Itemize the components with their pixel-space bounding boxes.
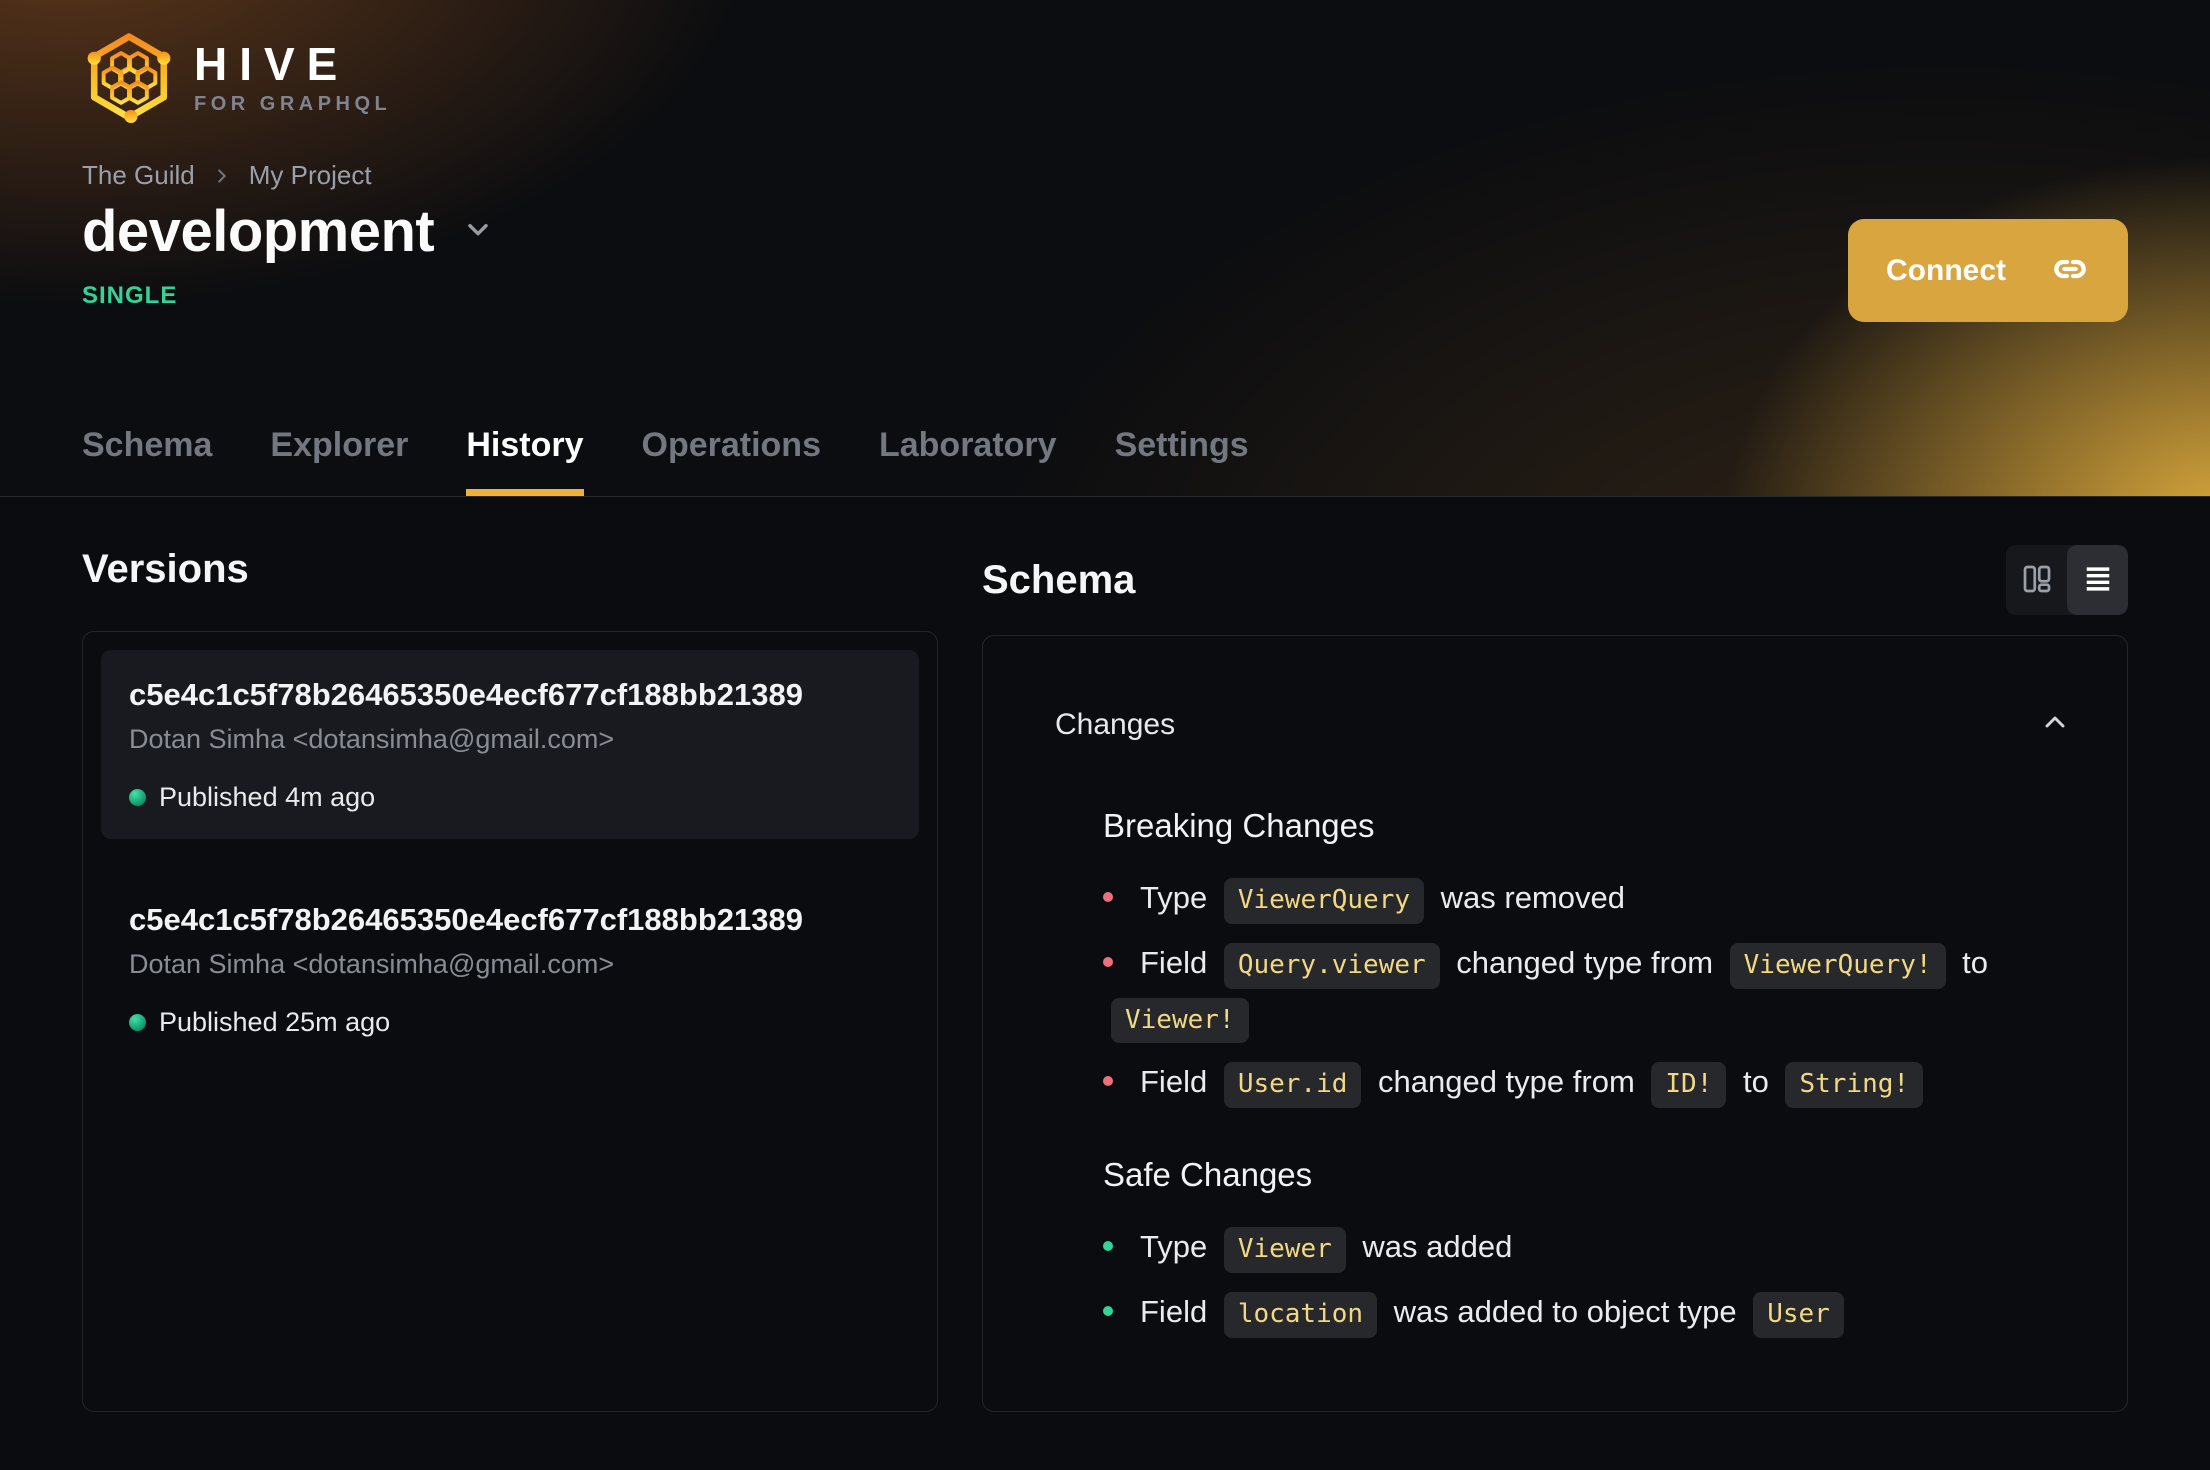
version-status: Published 4m ago — [129, 782, 891, 813]
tab-history[interactable]: History — [466, 426, 584, 496]
version-status: Published 25m ago — [129, 1007, 891, 1038]
version-card[interactable]: c5e4c1c5f78b26465350e4ecf677cf188bb21389… — [101, 875, 919, 1064]
version-hash: c5e4c1c5f78b26465350e4ecf677cf188bb21389 — [129, 677, 803, 712]
tab-bar: Schema Explorer History Operations Laborator… — [82, 426, 1249, 496]
tab-operations[interactable]: Operations — [642, 426, 821, 496]
published-status-text: Published 25m ago — [159, 1007, 391, 1037]
schema-changes-panel: Changes Breaking Changes Type ViewerQuer… — [982, 635, 2128, 1412]
connect-button[interactable]: Connect — [1848, 219, 2128, 322]
schema-title: Schema — [982, 558, 1136, 602]
hive-hexagon-icon — [87, 33, 171, 124]
tab-label: Settings — [1114, 426, 1249, 464]
tab-explorer[interactable]: Explorer — [270, 426, 408, 496]
change-section-safe: Safe Changes Type Viewer was added Field… — [1103, 1156, 2071, 1340]
code-chip: ID! — [1651, 1062, 1727, 1109]
code-chip: Query.viewer — [1223, 942, 1440, 989]
safe-bullet-icon — [1103, 1305, 1113, 1316]
tab-label: Laboratory — [878, 426, 1057, 464]
tab-laboratory[interactable]: Laboratory — [879, 426, 1057, 496]
code-chip: Viewer! — [1111, 997, 1249, 1044]
chevron-down-icon — [462, 213, 494, 250]
tab-settings[interactable]: Settings — [1115, 426, 1249, 496]
code-chip: User — [1753, 1291, 1844, 1338]
change-list: Type Viewer was added Field location was… — [1103, 1220, 2071, 1340]
change-item: Field User.id changed type from ID! to S… — [1103, 1055, 2071, 1110]
columns-view-button[interactable] — [2006, 545, 2067, 615]
change-text: was added — [1353, 1229, 1513, 1265]
connect-button-label: Connect — [1886, 253, 2006, 287]
breadcrumb: The Guild My Project — [82, 160, 372, 191]
target-mode-badge: SINGLE — [82, 282, 178, 309]
change-section-title: Breaking Changes — [1103, 807, 1375, 844]
brand-name: HIVE — [194, 37, 350, 90]
change-list: Type ViewerQuery was removed Field Query… — [1103, 871, 2071, 1110]
breaking-bullet-icon — [1103, 1076, 1113, 1087]
published-status-text: Published 4m ago — [159, 782, 376, 812]
header: HIVE FOR GRAPHQL The Guild My Project de… — [0, 0, 2210, 497]
breaking-bullet-icon — [1103, 956, 1113, 967]
published-status-dot — [129, 789, 146, 806]
tab-label: History — [466, 426, 584, 464]
changes-body: Breaking Changes Type ViewerQuery was re… — [1103, 807, 2071, 1340]
code-chip: User.id — [1223, 1062, 1362, 1109]
code-chip: location — [1223, 1291, 1378, 1338]
code-chip: ViewerQuery! — [1729, 942, 1946, 989]
schema-column: Schema Changes Breaking Changes Type Vie… — [982, 545, 2128, 1412]
version-author: Dotan Simha <dotansimha@gmail.com> — [129, 724, 615, 754]
changes-label: Changes — [1055, 707, 1176, 741]
breadcrumb-project[interactable]: My Project — [249, 160, 372, 191]
tab-label: Explorer — [270, 426, 409, 464]
list-view-button[interactable] — [2067, 545, 2128, 615]
change-text: was removed — [1432, 880, 1625, 915]
breadcrumb-org[interactable]: The Guild — [82, 160, 195, 191]
change-section-breaking: Breaking Changes Type ViewerQuery was re… — [1103, 807, 2071, 1110]
tab-label: Operations — [641, 426, 821, 464]
versions-list: c5e4c1c5f78b26465350e4ecf677cf188bb21389… — [82, 631, 938, 1412]
version-card[interactable]: c5e4c1c5f78b26465350e4ecf677cf188bb21389… — [101, 650, 919, 839]
version-author: Dotan Simha <dotansimha@gmail.com> — [129, 949, 615, 979]
change-text: Field — [1140, 1064, 1216, 1100]
code-chip: Viewer — [1223, 1227, 1346, 1273]
change-text: Type — [1140, 1229, 1216, 1265]
page-title: development — [82, 199, 435, 264]
tab-schema[interactable]: Schema — [82, 426, 212, 496]
change-item: Field location was added to object type … — [1103, 1285, 2071, 1340]
columns-view-icon — [2019, 561, 2055, 600]
published-status-dot — [129, 1014, 146, 1031]
link-icon — [2050, 249, 2090, 292]
main-content: Versions c5e4c1c5f78b26465350e4ecf677cf1… — [0, 497, 2210, 1412]
change-text: to — [1953, 944, 1988, 980]
change-item: Type ViewerQuery was removed — [1103, 871, 2071, 926]
versions-title: Versions — [82, 547, 249, 591]
chevron-right-icon — [211, 165, 233, 187]
code-chip: ViewerQuery — [1223, 878, 1425, 924]
brand-tagline: FOR GRAPHQL — [194, 92, 392, 115]
hive-logo[interactable]: HIVE FOR GRAPHQL — [82, 30, 391, 124]
changes-collapse-header[interactable]: Changes — [1055, 706, 2071, 743]
tab-label: Schema — [82, 426, 213, 464]
change-section-title: Safe Changes — [1103, 1156, 1313, 1194]
list-view-icon — [2080, 561, 2116, 600]
brand-text: HIVE FOR GRAPHQL — [194, 41, 391, 114]
change-text: changed type from — [1369, 1064, 1644, 1100]
code-chip: String! — [1785, 1062, 1924, 1109]
change-item: Type Viewer was added — [1103, 1220, 2071, 1275]
safe-bullet-icon — [1103, 1241, 1113, 1251]
change-text: Field — [1140, 944, 1216, 980]
view-toggle — [2006, 545, 2128, 615]
chevron-up-icon — [2039, 706, 2071, 743]
change-text: was added to object type — [1385, 1293, 1746, 1329]
change-text: Type — [1140, 880, 1216, 915]
change-text: Field — [1140, 1293, 1216, 1329]
breaking-bullet-icon — [1103, 891, 1113, 902]
change-text: to — [1734, 1064, 1778, 1100]
change-item: Field Query.viewer changed type from Vie… — [1103, 936, 2071, 1046]
change-text: changed type from — [1447, 944, 1722, 980]
target-selector[interactable]: development — [82, 198, 494, 265]
versions-column: Versions c5e4c1c5f78b26465350e4ecf677cf1… — [82, 545, 938, 1412]
version-hash: c5e4c1c5f78b26465350e4ecf677cf188bb21389 — [129, 902, 803, 937]
